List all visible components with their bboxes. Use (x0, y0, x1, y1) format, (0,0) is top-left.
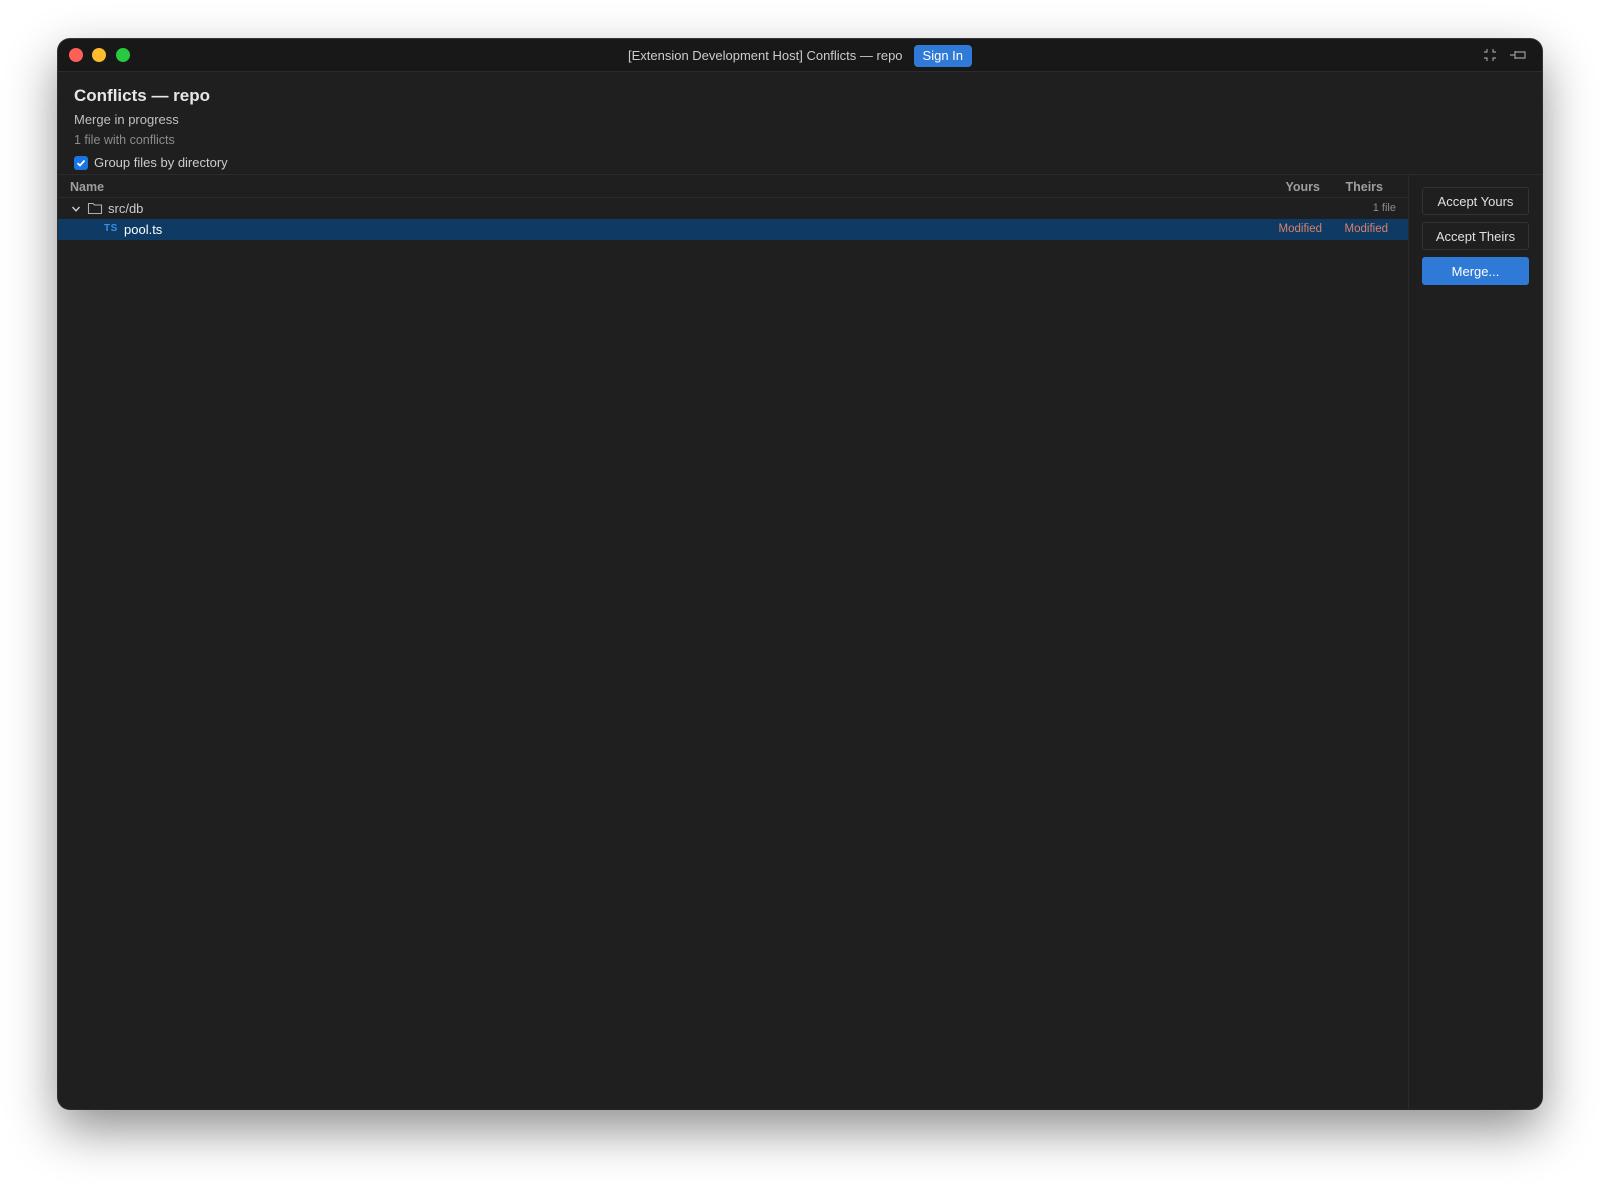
sign-in-button[interactable]: Sign In (913, 44, 973, 67)
window-title-area: [Extension Development Host] Conflicts —… (58, 39, 1542, 72)
window-title: [Extension Development Host] Conflicts —… (627, 48, 903, 63)
yours-status: Modified (1278, 223, 1322, 235)
column-name[interactable]: Name (70, 180, 104, 194)
page-title: Conflicts — repo (74, 86, 211, 105)
folder-icon (87, 201, 103, 215)
merge-button[interactable]: Merge... (1422, 257, 1529, 285)
conflict-count: 1 file with conflicts (74, 133, 175, 147)
typescript-file-icon: TS (104, 223, 118, 234)
page-header: Conflicts — repo Merge in progress 1 fil… (74, 86, 228, 170)
collapse-icon[interactable] (1480, 46, 1500, 64)
directory-row-src-db[interactable]: src/db 1 file (58, 198, 1408, 219)
app-window: [Extension Development Host] Conflicts —… (58, 39, 1542, 1109)
column-theirs[interactable]: Theirs (1345, 180, 1383, 194)
group-by-directory-toggle[interactable]: Group files by directory (74, 155, 228, 170)
title-bar: [Extension Development Host] Conflicts —… (58, 39, 1542, 72)
pin-icon[interactable] (1508, 46, 1528, 64)
directory-file-count: 1 file (1372, 202, 1396, 214)
file-label: pool.ts (124, 222, 163, 237)
group-by-directory-label: Group files by directory (94, 155, 228, 170)
accept-theirs-button[interactable]: Accept Theirs (1422, 222, 1529, 250)
main-area: Name Yours Theirs src/db 1 file TS pool.… (58, 174, 1542, 1109)
actions-panel: Accept Yours Accept Theirs Merge... (1422, 187, 1529, 292)
conflict-file-list: Name Yours Theirs src/db 1 file TS pool.… (58, 175, 1409, 1109)
theirs-status: Modified (1344, 223, 1388, 235)
column-yours[interactable]: Yours (1286, 180, 1321, 194)
accept-yours-button[interactable]: Accept Yours (1422, 187, 1529, 215)
file-row-pool-ts[interactable]: TS pool.ts Modified Modified (58, 219, 1408, 240)
column-header: Name Yours Theirs (58, 175, 1408, 198)
group-by-directory-checkbox[interactable] (74, 155, 88, 170)
directory-label: src/db (108, 201, 144, 216)
merge-status: Merge in progress (74, 112, 179, 127)
chevron-down-icon[interactable] (70, 203, 82, 215)
